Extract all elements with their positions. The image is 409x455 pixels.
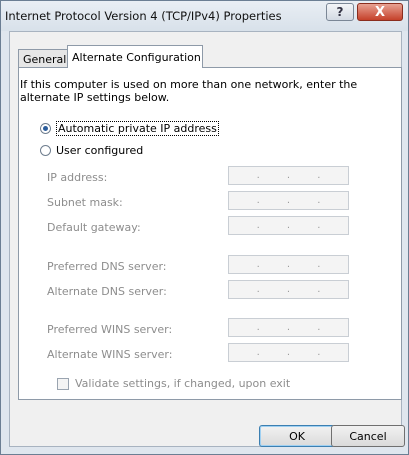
radio-user-label: User configured xyxy=(56,144,144,157)
window-title: Internet Protocol Version 4 (TCP/IPv4) P… xyxy=(5,9,282,23)
radio-button-unchecked[interactable] xyxy=(40,145,51,156)
tab-alternate-configuration[interactable]: Alternate Configuration xyxy=(67,45,203,68)
validate-label: Validate settings, if changed, upon exit xyxy=(75,377,291,390)
help-button[interactable]: ? xyxy=(326,3,354,21)
dialog-window: Internet Protocol Version 4 (TCP/IPv4) P… xyxy=(0,0,409,455)
help-icon: ? xyxy=(336,5,344,19)
close-icon: X xyxy=(374,4,386,20)
alternate-dns-input[interactable]: ... xyxy=(228,280,349,299)
close-button[interactable]: X xyxy=(357,3,403,21)
title-bar[interactable]: Internet Protocol Version 4 (TCP/IPv4) P… xyxy=(1,1,408,31)
radio-button-checked[interactable] xyxy=(40,123,51,134)
tab-general[interactable]: General xyxy=(18,49,68,68)
preferred-dns-input[interactable]: ... xyxy=(228,255,349,274)
subnet-mask-label: Subnet mask: xyxy=(47,196,123,209)
ip-address-label: IP address: xyxy=(47,171,108,184)
validate-settings-option[interactable]: Validate settings, if changed, upon exit xyxy=(57,377,290,390)
alternate-wins-input[interactable]: ... xyxy=(228,343,349,362)
ip-address-input[interactable]: ... xyxy=(228,166,349,185)
validate-checkbox[interactable] xyxy=(57,377,69,390)
dialog-client-area: General Alternate Configuration If this … xyxy=(9,31,402,447)
preferred-dns-label: Preferred DNS server: xyxy=(47,260,167,273)
preferred-wins-input[interactable]: ... xyxy=(228,318,349,337)
preferred-wins-label: Preferred WINS server: xyxy=(47,323,173,336)
default-gateway-label: Default gateway: xyxy=(47,221,141,234)
alternate-dns-label: Alternate DNS server: xyxy=(47,285,167,298)
ok-button[interactable]: OK xyxy=(259,425,335,447)
radio-user-configured[interactable]: User configured xyxy=(40,144,143,157)
default-gateway-input[interactable]: ... xyxy=(228,216,349,235)
radio-automatic-private-ip[interactable]: Automatic private IP address xyxy=(40,121,219,136)
subnet-mask-input[interactable]: ... xyxy=(228,191,349,210)
cancel-button[interactable]: Cancel xyxy=(331,425,405,447)
intro-text: If this computer is used on more than on… xyxy=(20,78,358,104)
radio-automatic-label: Automatic private IP address xyxy=(56,121,219,136)
alternate-wins-label: Alternate WINS server: xyxy=(47,348,173,361)
